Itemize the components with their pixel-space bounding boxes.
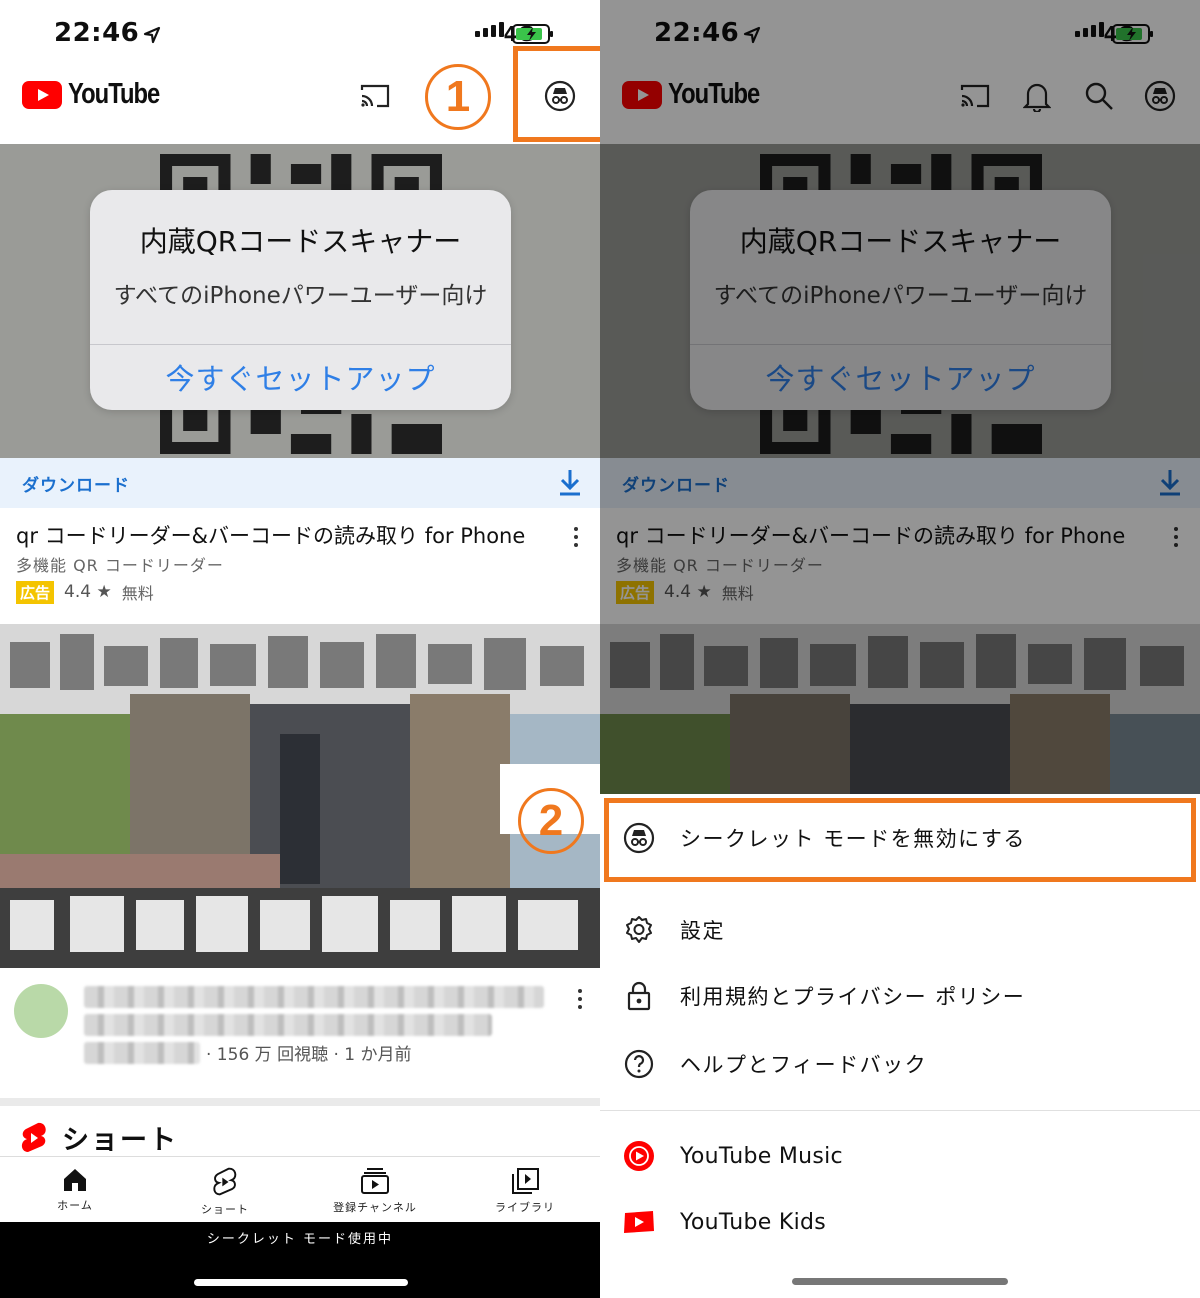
menu-terms-privacy[interactable]: 利用規約とプライバシー ポリシー [600,966,1200,1026]
ad-subtitle: 多機能 QR コードリーダー [16,556,224,575]
nav-home[interactable]: ホーム [0,1157,150,1222]
modal-backdrop[interactable] [600,0,1200,794]
qr-scanner-alert: 内蔵QRコードスキャナー すべてのiPhoneパワーユーザー向け 今すぐセットア… [90,190,511,410]
incognito-status-bar: シークレット モード使用中 [0,1222,600,1298]
cast-icon[interactable] [353,74,397,118]
ad-meta: 広告 4.4 ★ 無料 [16,580,154,604]
channel-avatar[interactable] [14,984,68,1038]
step-1-highlight [513,46,600,142]
left-screen: 22:46 4G YouTube 1 [0,0,600,1298]
nav-shorts[interactable]: ショート [150,1157,300,1222]
home-indicator[interactable] [194,1279,408,1286]
star-icon: ★ [96,582,112,602]
library-icon [512,1168,539,1194]
alert-message: すべてのiPhoneパワーユーザー向け [113,283,488,309]
video-meta: · 156 万 回視聴 · 1 か月前 [206,1045,412,1065]
alert-title: 内蔵QRコードスキャナー [139,225,462,258]
download-icon[interactable] [556,467,584,497]
ad-price: 無料 [121,584,154,603]
app-header: YouTube 1 [0,64,600,144]
battery-charging-icon [512,24,553,44]
lock-icon [622,979,656,1013]
status-time: 22:46 [54,18,161,48]
youtube-play-icon [22,80,62,109]
ad-banner[interactable]: 内蔵QRコードスキャナー すべてのiPhoneパワーユーザー向け 今すぐセットア… [0,144,600,458]
ad-badge: 広告 [16,580,55,604]
shorts-section-header: ショート [20,1118,178,1157]
step-2-marker: 2 [518,788,584,854]
video-title-blurred-line2 [84,1014,492,1036]
download-bar[interactable]: ダウンロード [0,458,600,508]
menu-youtube-kids[interactable]: YouTube Kids [600,1192,1200,1252]
shorts-logo-icon [21,1122,46,1152]
youtube-kids-icon [622,1205,656,1239]
channel-name-blurred [84,1042,200,1064]
account-menu-sheet: シークレット モードを無効にする 設定 利用規約とプライバシー ポリシー ヘルプ… [600,794,1200,1298]
ad-info[interactable]: qr コードリーダー&バーコードの読み取り for Phone 多機能 QR コ… [0,508,600,620]
home-icon [64,1169,86,1191]
signal-icon [475,22,504,37]
right-screen: 22:46 4G YouTube [600,0,1200,1298]
youtube-music-icon [622,1139,656,1173]
help-icon [622,1047,656,1081]
location-arrow-icon [144,26,161,44]
menu-youtube-music[interactable]: YouTube Music [600,1126,1200,1186]
ad-rating: 4.4 ★ [64,582,112,602]
shorts-icon [213,1167,237,1196]
video-thumbnail[interactable]: 2 [0,624,600,968]
video-more-menu-icon[interactable] [568,984,592,1014]
video-title-blurred [84,986,544,1008]
menu-settings[interactable]: 設定 [600,900,1200,960]
menu-divider [600,1110,1200,1111]
section-divider [0,1098,600,1106]
step-1-marker: 1 [425,64,491,130]
video-thumbnail-image [0,624,600,968]
alert-divider [90,344,511,345]
video-info[interactable]: · 156 万 回視聴 · 1 か月前 [0,968,600,1098]
nav-library[interactable]: ライブラリ [450,1157,600,1222]
step-2-highlight [604,798,1196,882]
ad-title: qr コードリーダー&バーコードの読み取り for Phone [16,524,526,548]
status-bar: 22:46 4G [0,0,600,70]
subscriptions-icon [361,1168,389,1194]
download-label: ダウンロード [22,476,130,496]
bottom-nav: ホーム ショート 登録チャンネル ライブラリ [0,1156,600,1222]
incognito-status-text: シークレット モード使用中 [206,1232,394,1247]
shorts-title: ショート [62,1125,178,1156]
gear-icon [622,913,656,947]
menu-help-feedback[interactable]: ヘルプとフィードバック [600,1034,1200,1094]
setup-now-button[interactable]: 今すぐセットアップ [90,356,511,398]
youtube-logo[interactable]: YouTube [22,78,179,111]
home-indicator[interactable] [792,1278,1008,1285]
ad-more-menu-icon[interactable] [564,522,588,552]
nav-subscriptions[interactable]: 登録チャンネル [300,1157,450,1222]
